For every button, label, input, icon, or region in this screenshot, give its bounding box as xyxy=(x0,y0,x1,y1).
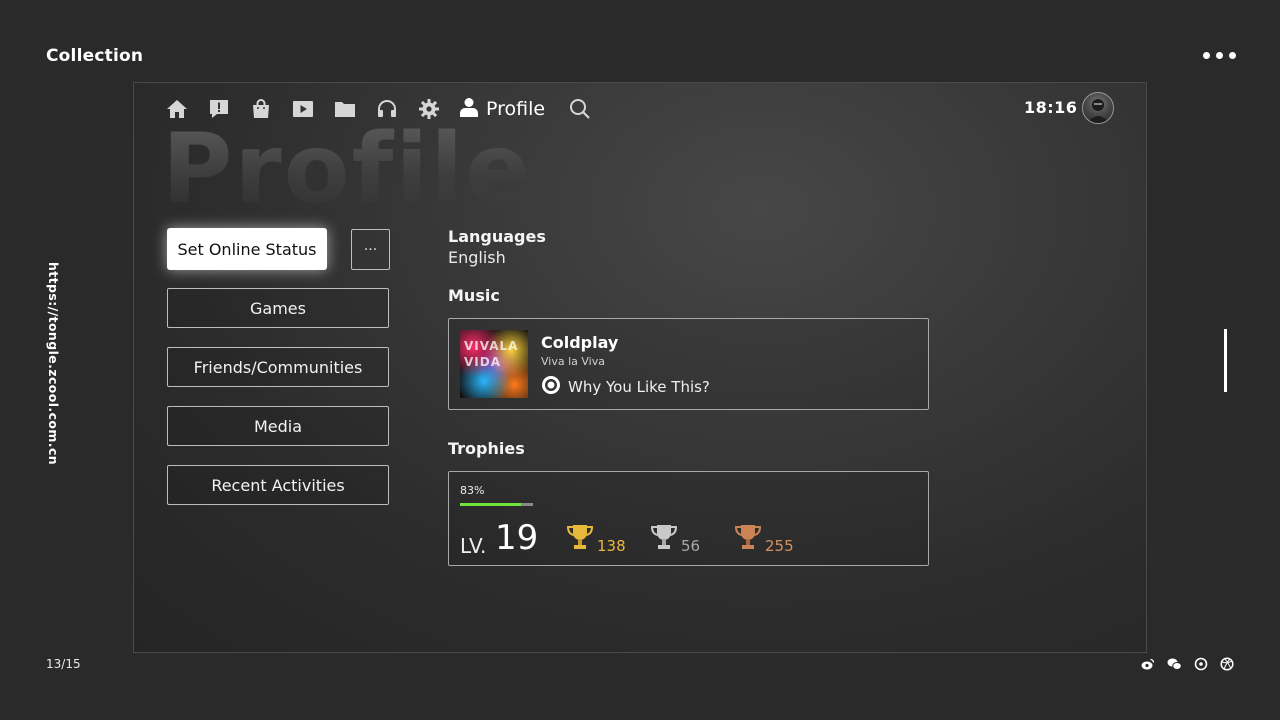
trophies-heading: Trophies xyxy=(448,439,525,458)
level-number: 19 xyxy=(495,518,539,558)
tab-profile-label: Profile xyxy=(486,98,546,120)
gold-trophy: 138 xyxy=(565,522,626,556)
silver-trophy-count: 56 xyxy=(681,537,701,555)
record-icon xyxy=(541,375,561,399)
album-cover-text: VIVALAVIDA xyxy=(464,339,519,369)
languages-value: English xyxy=(448,248,506,267)
wechat-icon[interactable] xyxy=(1167,657,1182,671)
media-icon[interactable] xyxy=(292,98,314,120)
weibo-icon[interactable] xyxy=(1141,657,1155,671)
album-name: Viva la Viva xyxy=(541,355,605,368)
home-icon[interactable] xyxy=(166,98,188,120)
level-progress-label: 83% xyxy=(460,484,485,497)
recent-activities-button[interactable]: Recent Activities xyxy=(167,465,389,505)
headset-icon[interactable] xyxy=(376,98,398,120)
games-button[interactable]: Games xyxy=(167,288,389,328)
music-card[interactable]: VIVALAVIDA Coldplay Viva la Viva Why You… xyxy=(448,318,929,410)
clock: 18:16 xyxy=(1024,98,1078,117)
languages-heading: Languages xyxy=(448,227,546,246)
bronze-trophy-icon xyxy=(733,522,763,556)
level-prefix: LV. xyxy=(460,534,487,558)
media-button[interactable]: Media xyxy=(167,406,389,446)
folder-icon[interactable] xyxy=(334,98,356,120)
search-icon[interactable] xyxy=(569,98,591,120)
gold-trophy-icon xyxy=(565,522,595,556)
more-options-icon[interactable] xyxy=(1203,52,1236,59)
notifications-icon[interactable] xyxy=(208,98,230,120)
page-counter: 13/15 xyxy=(46,657,81,671)
site-url: https://tongle.zcool.com.cn xyxy=(46,262,61,466)
bronze-trophy-count: 255 xyxy=(765,537,794,555)
level-progress-fill xyxy=(460,503,521,506)
why-you-like-this-label: Why You Like This? xyxy=(568,378,710,396)
level-progress-bar xyxy=(460,503,533,506)
page-title: Collection xyxy=(46,46,144,66)
trophies-card[interactable]: 83% LV. 19 138 56 255 xyxy=(448,471,929,566)
scroll-indicator[interactable] xyxy=(1224,329,1227,392)
more-actions-button[interactable]: ··· xyxy=(351,229,390,270)
bronze-trophy: 255 xyxy=(733,522,794,556)
person-icon xyxy=(460,97,478,121)
dribbble-icon[interactable] xyxy=(1220,657,1234,671)
why-you-like-this-link[interactable]: Why You Like This? xyxy=(541,375,710,399)
avatar[interactable] xyxy=(1082,92,1114,124)
settings-icon[interactable] xyxy=(418,98,440,120)
social-links xyxy=(1141,657,1234,671)
zcool-icon[interactable] xyxy=(1194,657,1208,671)
store-icon[interactable] xyxy=(250,98,272,120)
gold-trophy-count: 138 xyxy=(597,537,626,555)
top-nav: Profile xyxy=(166,95,611,123)
silver-trophy-icon xyxy=(649,522,679,556)
music-heading: Music xyxy=(448,286,500,305)
album-cover: VIVALAVIDA xyxy=(460,330,528,398)
tab-profile[interactable]: Profile xyxy=(460,97,545,121)
set-online-status-button[interactable]: Set Online Status xyxy=(167,228,327,270)
silver-trophy: 56 xyxy=(649,522,700,556)
artist-name: Coldplay xyxy=(541,333,619,352)
console-screen: Profile Profile 18:16 Set Online Status … xyxy=(133,82,1147,653)
hero-watermark: Profile xyxy=(162,113,533,225)
friends-communities-button[interactable]: Friends/Communities xyxy=(167,347,389,387)
